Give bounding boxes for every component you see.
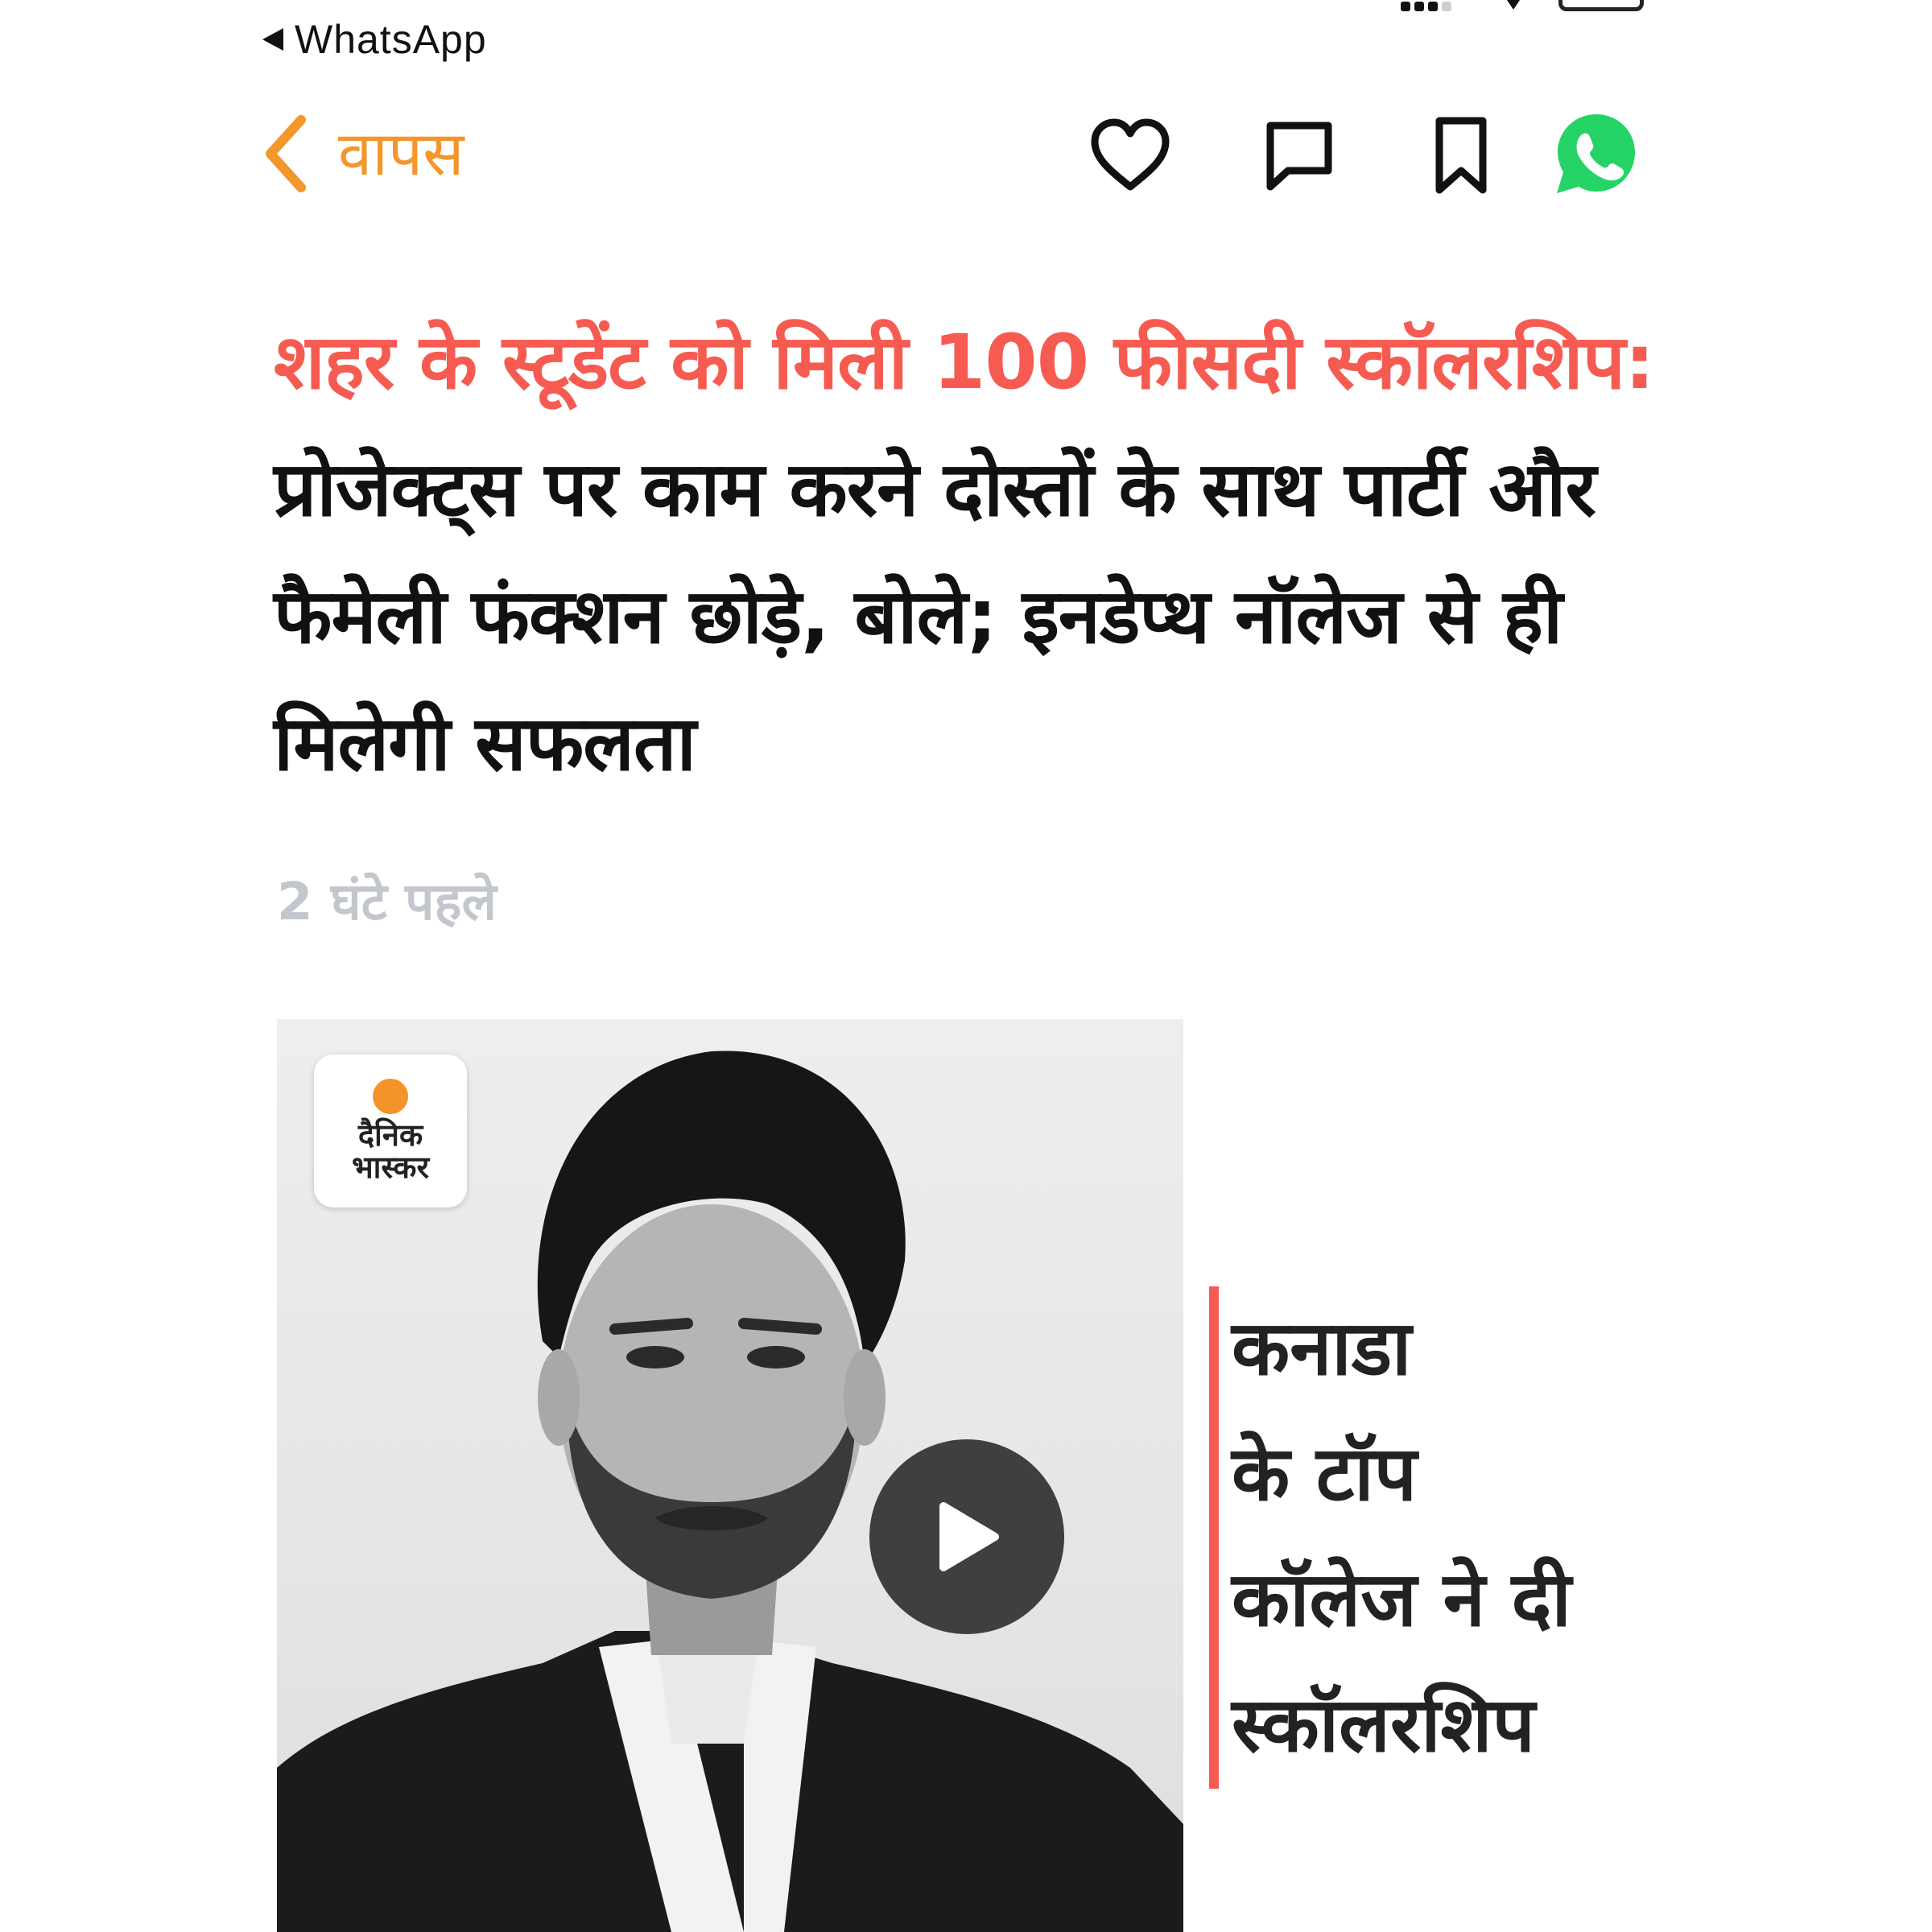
status-back-to-app[interactable]: WhatsApp <box>262 11 487 68</box>
caption-line: के टॉप <box>1232 1430 1418 1518</box>
article-headline: शहर के स्टूडेंट को मिली 100 फीसदी स्कॉलर… <box>274 299 1666 808</box>
chevron-left-icon <box>266 115 306 192</box>
headline-kicker: शहर के स्टूडेंट को मिली 100 फीसदी स्कॉलर… <box>274 319 1655 407</box>
thumbnail-caption: कनाडा के टॉप कॉलेज ने दी स्कॉलरशिप <box>1209 1286 1662 1789</box>
play-button[interactable] <box>869 1439 1064 1634</box>
back-triangle-icon <box>262 28 283 51</box>
back-label: वापस <box>338 118 464 189</box>
caption-line: कनाडा <box>1232 1305 1412 1393</box>
heart-icon[interactable] <box>1088 116 1172 193</box>
comment-icon[interactable] <box>1264 119 1335 193</box>
back-button[interactable]: वापस <box>262 109 464 198</box>
article-timestamp: 2 घंटे पहले <box>277 873 497 932</box>
signal-icon <box>1401 2 1451 11</box>
headline-title: प्रोजेक्ट्स पर काम करने दोस्तों के साथ प… <box>274 446 1596 788</box>
caption-line: स्कॉलरशिप <box>1232 1682 1535 1769</box>
status-back-app-label: WhatsApp <box>295 17 487 62</box>
sun-icon <box>373 1079 408 1114</box>
logo-text-line1: दैनिक <box>357 1117 423 1153</box>
logo-text-line2: भास्कर <box>351 1150 430 1185</box>
wifi-icon <box>1507 0 1520 10</box>
bookmark-icon[interactable] <box>1433 116 1489 196</box>
play-icon <box>939 1502 999 1571</box>
student-photo: दैनिक भास्कर <box>277 1019 1183 1932</box>
battery-icon <box>1558 0 1644 11</box>
dainik-bhaskar-logo: दैनिक भास्कर <box>314 1055 467 1208</box>
video-thumbnail[interactable]: दैनिक भास्कर कनाडा के टॉप कॉलेज ने दी स्… <box>277 1019 1662 1932</box>
caption-line: कॉलेज ने दी <box>1232 1556 1571 1644</box>
whatsapp-icon[interactable] <box>1554 111 1639 196</box>
